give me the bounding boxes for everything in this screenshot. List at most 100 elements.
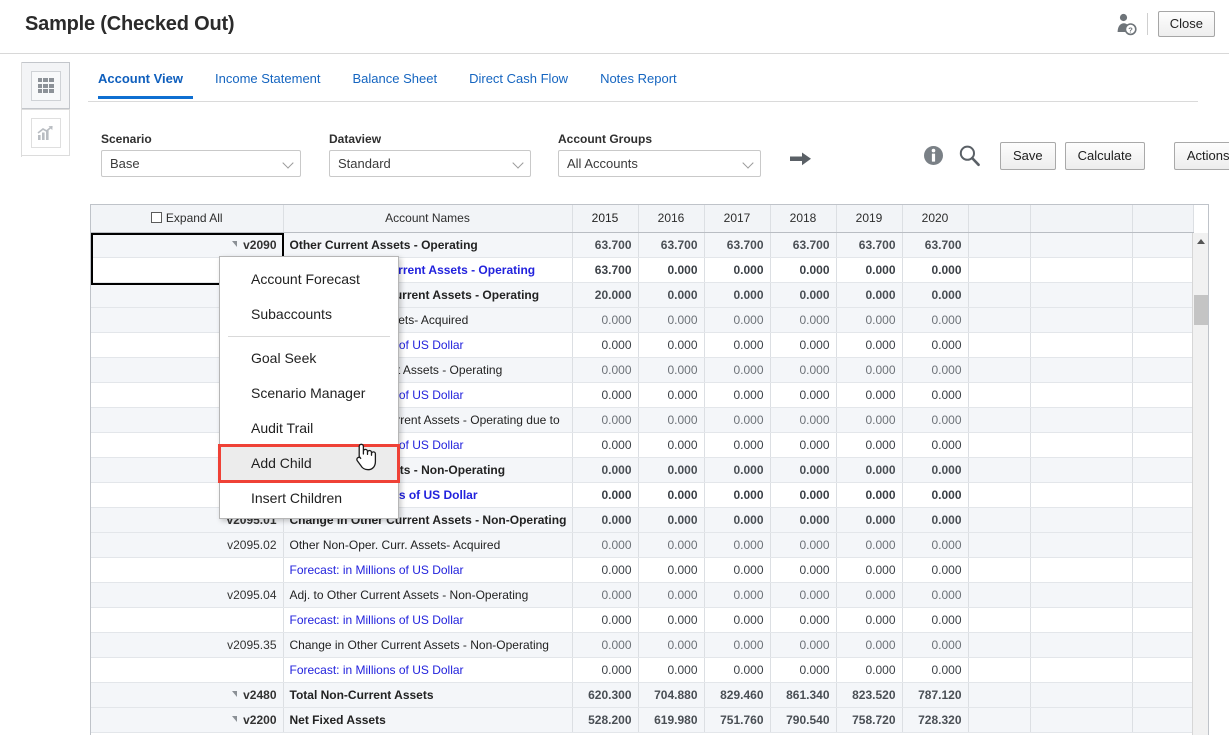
row-value-cell[interactable]: 0.000 <box>770 607 836 632</box>
expand-collapse-triangle-icon[interactable] <box>232 716 237 722</box>
context-menu-item[interactable]: Account Forecast <box>220 262 398 297</box>
row-value-cell[interactable]: 0.000 <box>836 357 902 382</box>
row-value-cell[interactable]: 758.720 <box>836 707 902 732</box>
row-value-cell[interactable]: 0.000 <box>836 332 902 357</box>
row-value-cell[interactable]: 0.000 <box>902 432 968 457</box>
table-row[interactable]: v2095.04Adj. to Other Current Assets - N… <box>91 582 1193 607</box>
row-value-cell[interactable]: 63.700 <box>572 257 638 282</box>
row-value-cell[interactable]: 861.340 <box>770 682 836 707</box>
row-value-cell[interactable]: 0.000 <box>638 557 704 582</box>
row-empty-cell[interactable] <box>968 332 1030 357</box>
row-empty-cell[interactable] <box>1030 407 1132 432</box>
row-empty-cell[interactable] <box>1030 632 1132 657</box>
table-row[interactable]: v2480Total Non-Current Assets620.300704.… <box>91 682 1193 707</box>
row-value-cell[interactable]: 0.000 <box>770 282 836 307</box>
row-empty-cell[interactable] <box>968 657 1030 682</box>
row-empty-cell[interactable] <box>968 282 1030 307</box>
row-value-cell[interactable]: 0.000 <box>770 382 836 407</box>
row-value-cell[interactable]: 0.000 <box>572 582 638 607</box>
account-groups-select[interactable]: All Accounts <box>558 150 761 177</box>
row-account-id-empty[interactable] <box>91 657 283 682</box>
row-value-cell[interactable]: 0.000 <box>572 332 638 357</box>
row-value-cell[interactable]: 0.000 <box>770 357 836 382</box>
row-empty-cell[interactable] <box>1132 607 1193 632</box>
row-empty-cell[interactable] <box>968 357 1030 382</box>
row-value-cell[interactable]: 0.000 <box>572 382 638 407</box>
calculate-button[interactable]: Calculate <box>1065 142 1145 170</box>
row-value-cell[interactable]: 0.000 <box>836 557 902 582</box>
row-value-cell[interactable]: 0.000 <box>572 457 638 482</box>
row-value-cell[interactable]: 0.000 <box>770 507 836 532</box>
context-menu-item[interactable]: Audit Trail <box>220 411 398 446</box>
row-value-cell[interactable]: 0.000 <box>704 257 770 282</box>
close-button[interactable]: Close <box>1158 11 1215 37</box>
row-value-cell[interactable]: 0.000 <box>902 657 968 682</box>
table-row[interactable]: v2200Net Fixed Assets528.200619.980751.7… <box>91 707 1193 732</box>
row-empty-cell[interactable] <box>1132 332 1193 357</box>
row-empty-cell[interactable] <box>1030 432 1132 457</box>
row-empty-cell[interactable] <box>1030 232 1132 257</box>
save-button[interactable]: Save <box>1000 142 1056 170</box>
row-empty-cell[interactable] <box>1132 557 1193 582</box>
rail-item-grid-view[interactable] <box>22 62 70 109</box>
scroll-up-icon[interactable] <box>1193 233 1209 249</box>
context-menu-item[interactable]: Goal Seek <box>220 341 398 376</box>
row-value-cell[interactable]: 0.000 <box>704 507 770 532</box>
year-header-2017[interactable]: 2017 <box>704 205 770 232</box>
row-empty-cell[interactable] <box>1030 307 1132 332</box>
row-empty-cell[interactable] <box>1132 657 1193 682</box>
row-value-cell[interactable]: 704.880 <box>638 682 704 707</box>
row-value-cell[interactable]: 0.000 <box>638 432 704 457</box>
rail-item-chart-view[interactable] <box>22 109 70 156</box>
row-empty-cell[interactable] <box>1030 682 1132 707</box>
row-value-cell[interactable]: 0.000 <box>638 482 704 507</box>
row-value-cell[interactable]: 0.000 <box>836 407 902 432</box>
context-menu-item[interactable]: Add Child <box>220 446 398 481</box>
tab-balance-sheet[interactable]: Balance Sheet <box>337 64 454 100</box>
row-empty-cell[interactable] <box>968 507 1030 532</box>
row-empty-cell[interactable] <box>1030 282 1132 307</box>
row-account-id[interactable]: v2095.04 <box>91 582 283 607</box>
row-empty-cell[interactable] <box>968 707 1030 732</box>
row-value-cell[interactable]: 0.000 <box>902 532 968 557</box>
row-value-cell[interactable]: 0.000 <box>836 432 902 457</box>
scenario-select[interactable]: Base <box>101 150 301 177</box>
row-value-cell[interactable]: 620.300 <box>572 682 638 707</box>
row-value-cell[interactable]: 0.000 <box>704 632 770 657</box>
row-value-cell[interactable]: 0.000 <box>572 482 638 507</box>
tab-account-view[interactable]: Account View <box>88 64 199 100</box>
row-value-cell[interactable]: 0.000 <box>770 632 836 657</box>
row-value-cell[interactable]: 0.000 <box>704 432 770 457</box>
row-value-cell[interactable]: 0.000 <box>638 407 704 432</box>
row-account-name[interactable]: Change in Other Current Assets - Non-Ope… <box>283 632 572 657</box>
row-empty-cell[interactable] <box>1132 257 1193 282</box>
info-icon[interactable] <box>923 145 944 169</box>
table-row[interactable]: Forecast: in Millions of US Dollar0.0000… <box>91 607 1193 632</box>
table-row[interactable]: Forecast: in Millions of US Dollar0.0000… <box>91 657 1193 682</box>
row-value-cell[interactable]: 63.700 <box>836 232 902 257</box>
row-empty-cell[interactable] <box>1030 607 1132 632</box>
row-value-cell[interactable]: 0.000 <box>704 582 770 607</box>
row-value-cell[interactable]: 0.000 <box>638 532 704 557</box>
row-empty-cell[interactable] <box>1132 232 1193 257</box>
row-value-cell[interactable]: 823.520 <box>836 682 902 707</box>
row-value-cell[interactable]: 0.000 <box>704 407 770 432</box>
row-empty-cell[interactable] <box>1132 532 1193 557</box>
year-header-2020[interactable]: 2020 <box>902 205 968 232</box>
row-value-cell[interactable]: 0.000 <box>902 582 968 607</box>
expand-collapse-triangle-icon[interactable] <box>232 691 237 697</box>
row-value-cell[interactable]: 0.000 <box>638 257 704 282</box>
actions-menu-button[interactable]: Actions <box>1174 142 1229 170</box>
row-value-cell[interactable]: 0.000 <box>704 307 770 332</box>
row-value-cell[interactable]: 20.000 <box>572 282 638 307</box>
row-empty-cell[interactable] <box>1132 632 1193 657</box>
row-value-cell[interactable]: 0.000 <box>704 357 770 382</box>
row-value-cell[interactable]: 0.000 <box>836 457 902 482</box>
row-empty-cell[interactable] <box>968 682 1030 707</box>
row-value-cell[interactable]: 0.000 <box>902 307 968 332</box>
row-value-cell[interactable]: 0.000 <box>572 507 638 532</box>
tab-direct-cash-flow[interactable]: Direct Cash Flow <box>453 64 584 100</box>
row-value-cell[interactable]: 0.000 <box>770 482 836 507</box>
table-row[interactable]: v2095.02Other Non-Oper. Curr. Assets- Ac… <box>91 532 1193 557</box>
row-empty-cell[interactable] <box>1132 282 1193 307</box>
